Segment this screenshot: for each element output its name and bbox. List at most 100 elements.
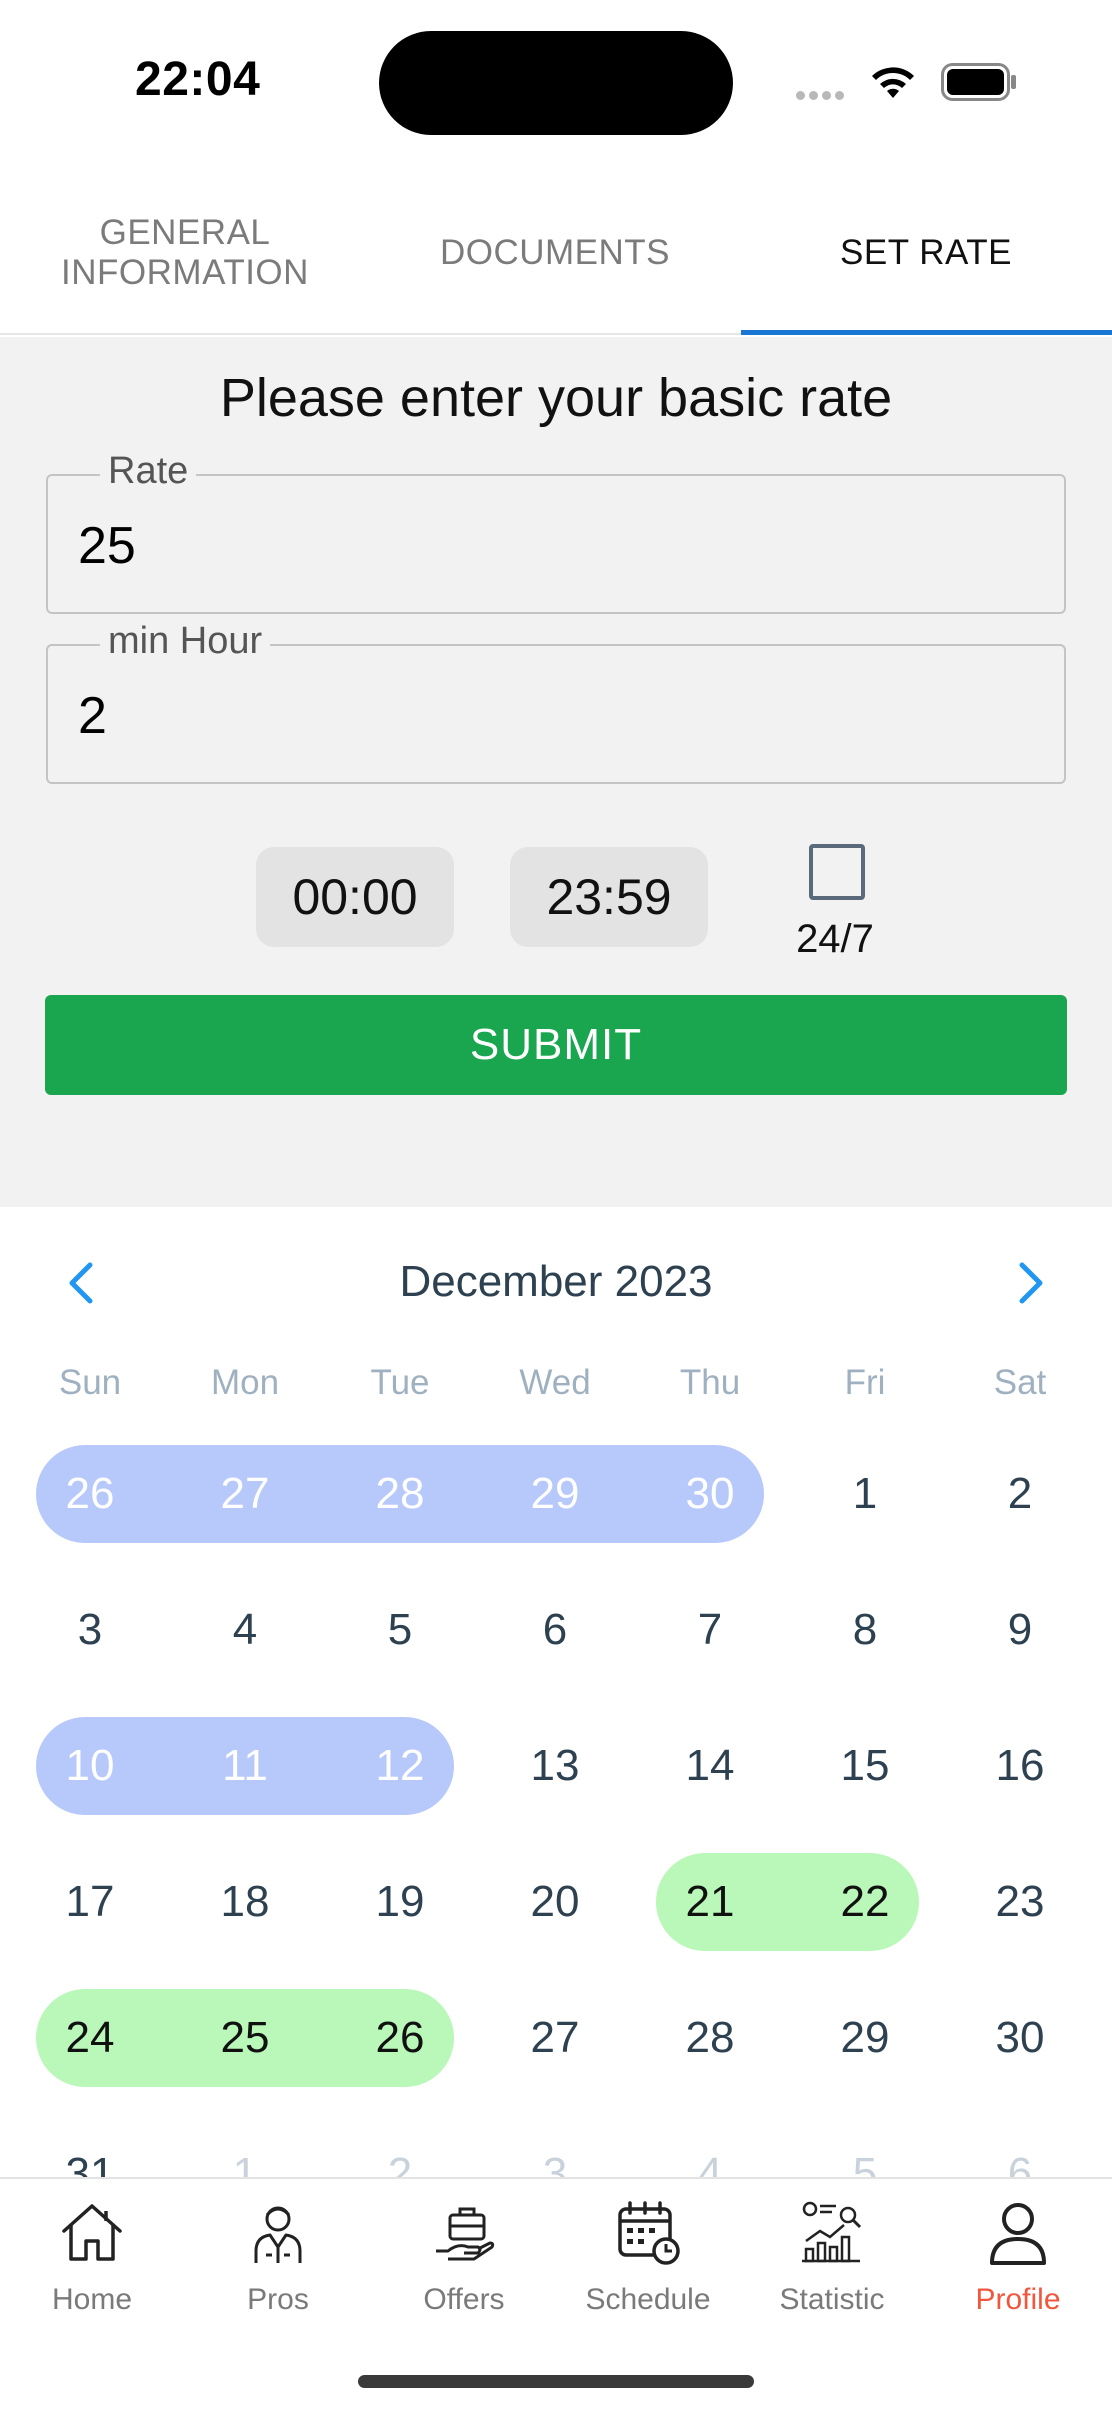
all-day-checkbox[interactable] xyxy=(809,844,865,900)
calendar-day[interactable]: 7 xyxy=(632,1581,788,1679)
calendar-day[interactable]: 1 xyxy=(167,2125,323,2177)
calendar-day[interactable]: 12 xyxy=(322,1717,478,1815)
calendar-day[interactable]: 17 xyxy=(12,1853,168,1951)
calendar-day[interactable]: 1 xyxy=(787,1445,943,1543)
home-indicator[interactable] xyxy=(358,2375,754,2388)
nav-schedule-label: Schedule xyxy=(585,2283,711,2316)
calendar-day[interactable]: 19 xyxy=(322,1853,478,1951)
calendar-day[interactable]: 30 xyxy=(632,1445,788,1543)
min-hour-field[interactable]: min Hour 2 xyxy=(46,620,1066,784)
calendar-day[interactable]: 16 xyxy=(942,1717,1098,1815)
status-time: 22:04 xyxy=(135,53,261,106)
calendar: December 2023 Sun Mon Tue Wed Thu Fri Sa… xyxy=(0,1207,1112,2177)
calendar-day[interactable]: 6 xyxy=(477,1581,633,1679)
dynamic-island xyxy=(379,31,733,135)
calendar-day[interactable]: 18 xyxy=(167,1853,323,1951)
nav-statistic[interactable]: Statistic xyxy=(752,2197,912,2317)
tab-set-rate[interactable]: SET RATE xyxy=(741,170,1111,335)
weekday-label: Fri xyxy=(844,1363,886,1402)
calendar-week: 3 4 5 6 7 8 9 xyxy=(0,1581,1112,1679)
weekday-label: Sun xyxy=(58,1363,122,1402)
calendar-day[interactable]: 29 xyxy=(477,1445,633,1543)
calendar-day[interactable]: 22 xyxy=(787,1853,943,1951)
calendar-day[interactable]: 3 xyxy=(12,1581,168,1679)
nav-statistic-label: Statistic xyxy=(779,2283,885,2316)
cellular-signal-icon xyxy=(796,87,852,101)
battery-icon xyxy=(941,63,1016,101)
calendar-day[interactable]: 21 xyxy=(632,1853,788,1951)
calendar-day[interactable]: 30 xyxy=(942,1989,1098,2087)
calendar-day[interactable]: 4 xyxy=(632,2125,788,2177)
calendar-day[interactable]: 8 xyxy=(787,1581,943,1679)
weekday-label: Thu xyxy=(679,1363,741,1402)
calendar-week: 26 27 28 29 30 1 2 xyxy=(0,1445,1112,1543)
calendar-day[interactable]: 2 xyxy=(322,2125,478,2177)
rate-field-label: Rate xyxy=(100,450,197,493)
pros-icon xyxy=(254,2206,302,2263)
schedule-icon xyxy=(618,2201,680,2265)
tab-documents[interactable]: DOCUMENTS xyxy=(370,170,740,335)
calendar-day[interactable]: 13 xyxy=(477,1717,633,1815)
calendar-month-label: December 2023 xyxy=(399,1257,713,1306)
nav-offers[interactable]: Offers xyxy=(384,2197,544,2317)
weekday-header: Sun Mon Tue Wed Thu Fri Sat xyxy=(0,1363,1112,1413)
wifi-icon xyxy=(872,67,914,98)
calendar-day[interactable]: 26 xyxy=(322,1989,478,2087)
rate-field-value[interactable]: 25 xyxy=(78,516,136,576)
calendar-day[interactable]: 5 xyxy=(787,2125,943,2177)
calendar-day[interactable]: 2 xyxy=(942,1445,1098,1543)
calendar-week: 31 1 2 3 4 5 6 xyxy=(0,2125,1112,2177)
chevron-right-icon[interactable] xyxy=(1010,1260,1050,1306)
calendar-day[interactable]: 24 xyxy=(12,1989,168,2087)
rate-field[interactable]: Rate 25 xyxy=(46,450,1066,614)
nav-pros[interactable]: Pros xyxy=(198,2197,358,2317)
tab-bar: GENERAL INFORMATION DOCUMENTS SET RATE xyxy=(0,170,1112,335)
active-tab-indicator xyxy=(741,330,1112,335)
nav-home[interactable]: Home xyxy=(12,2197,172,2317)
calendar-day[interactable]: 23 xyxy=(942,1853,1098,1951)
weekday-label: Mon xyxy=(210,1363,280,1402)
calendar-day[interactable]: 6 xyxy=(942,2125,1098,2177)
min-hour-field-value[interactable]: 2 xyxy=(78,686,107,746)
calendar-day[interactable]: 29 xyxy=(787,1989,943,2087)
submit-button[interactable]: SUBMIT xyxy=(45,995,1067,1095)
weekday-label: Wed xyxy=(519,1363,591,1402)
nav-offers-label: Offers xyxy=(423,2283,505,2316)
calendar-day[interactable]: 14 xyxy=(632,1717,788,1815)
start-time-picker[interactable]: 00:00 xyxy=(256,847,454,947)
end-time-picker[interactable]: 23:59 xyxy=(510,847,708,947)
calendar-day[interactable]: 20 xyxy=(477,1853,633,1951)
calendar-day[interactable]: 9 xyxy=(942,1581,1098,1679)
calendar-day[interactable]: 27 xyxy=(167,1445,323,1543)
offers-icon xyxy=(436,2207,495,2261)
form-title: Please enter your basic rate xyxy=(219,368,893,428)
calendar-day[interactable]: 31 xyxy=(12,2125,168,2177)
all-day-label: 24/7 xyxy=(796,917,874,961)
calendar-week: 17 18 19 20 21 22 23 xyxy=(0,1853,1112,1951)
nav-schedule[interactable]: Schedule xyxy=(568,2197,728,2317)
weekday-label: Sat xyxy=(993,1363,1047,1402)
nav-home-label: Home xyxy=(51,2283,133,2316)
calendar-day[interactable]: 11 xyxy=(167,1717,323,1815)
calendar-day[interactable]: 10 xyxy=(12,1717,168,1815)
calendar-week: 10 11 12 13 14 15 16 xyxy=(0,1717,1112,1815)
calendar-day[interactable]: 28 xyxy=(322,1445,478,1543)
rate-form: Please enter your basic rate Rate 25 min… xyxy=(0,337,1112,1207)
statistic-icon xyxy=(802,2201,862,2263)
profile-icon xyxy=(990,2203,1046,2265)
weekday-label: Tue xyxy=(370,1363,430,1402)
nav-profile[interactable]: Profile xyxy=(938,2197,1098,2317)
calendar-day[interactable]: 4 xyxy=(167,1581,323,1679)
calendar-day[interactable]: 28 xyxy=(632,1989,788,2087)
home-icon xyxy=(62,2204,122,2261)
calendar-day[interactable]: 5 xyxy=(322,1581,478,1679)
nav-profile-label: Profile xyxy=(975,2283,1061,2316)
calendar-day[interactable]: 3 xyxy=(477,2125,633,2177)
calendar-day[interactable]: 25 xyxy=(167,1989,323,2087)
nav-pros-label: Pros xyxy=(247,2283,309,2316)
calendar-day[interactable]: 15 xyxy=(787,1717,943,1815)
calendar-day[interactable]: 26 xyxy=(12,1445,168,1543)
calendar-day[interactable]: 27 xyxy=(477,1989,633,2087)
tab-general-information[interactable]: GENERAL INFORMATION xyxy=(0,170,370,335)
calendar-week: 24 25 26 27 28 29 30 xyxy=(0,1989,1112,2087)
